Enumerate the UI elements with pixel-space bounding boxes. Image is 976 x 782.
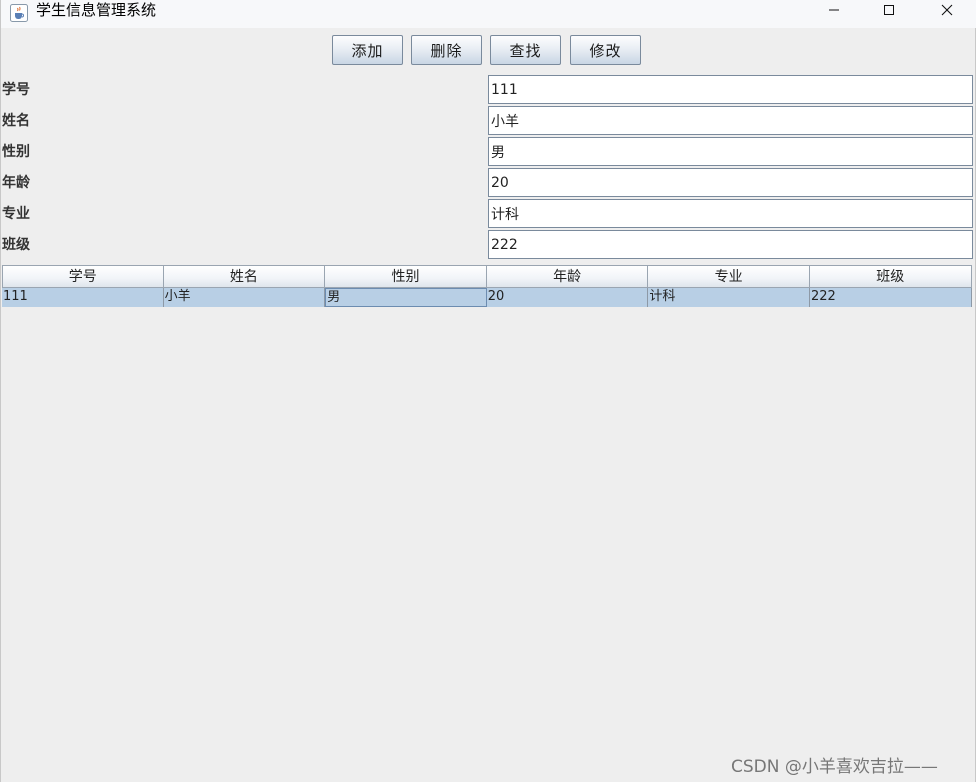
name-field[interactable] xyxy=(488,106,973,135)
table-cell[interactable]: 111 xyxy=(2,288,164,307)
title-bar: 学生信息管理系统 xyxy=(1,0,976,28)
student-id-label: 学号 xyxy=(2,82,30,98)
major-label: 专业 xyxy=(2,206,30,222)
watermark: CSDN @小羊喜欢吉拉—— xyxy=(731,757,938,777)
java-cup-icon xyxy=(10,4,28,22)
major-field[interactable] xyxy=(488,199,973,228)
age-field[interactable] xyxy=(488,168,973,197)
window-title: 学生信息管理系统 xyxy=(36,1,157,19)
search-button[interactable]: 查找 xyxy=(490,35,561,65)
minimize-icon[interactable] xyxy=(806,0,862,20)
column-header[interactable]: 学号 xyxy=(2,265,164,288)
column-header[interactable]: 性别 xyxy=(325,265,487,288)
name-label: 姓名 xyxy=(2,113,30,129)
edit-button[interactable]: 修改 xyxy=(570,35,641,65)
table-cell[interactable]: 男 xyxy=(325,288,487,307)
maximize-icon[interactable] xyxy=(861,0,917,20)
column-header[interactable]: 专业 xyxy=(648,265,810,288)
table-header: 学号 姓名 性别 年龄 专业 班级 xyxy=(2,265,972,288)
column-header[interactable]: 年龄 xyxy=(486,265,649,288)
student-id-field[interactable] xyxy=(488,75,973,104)
column-header[interactable]: 姓名 xyxy=(163,265,326,288)
add-button[interactable]: 添加 xyxy=(332,35,403,65)
table-cell[interactable]: 小羊 xyxy=(164,288,326,307)
gender-field[interactable] xyxy=(488,137,973,166)
table-cell[interactable]: 计科 xyxy=(648,288,810,307)
table-cell[interactable]: 222 xyxy=(810,288,972,307)
delete-button[interactable]: 删除 xyxy=(411,35,482,65)
class-label: 班级 xyxy=(2,237,30,253)
table-cell[interactable]: 20 xyxy=(487,288,649,307)
class-field[interactable] xyxy=(488,230,973,259)
close-icon[interactable] xyxy=(919,0,975,20)
main-window: 学生信息管理系统 添加 删除 查找 修改 学号 姓名 性别 年龄 专业 班级 学… xyxy=(0,0,976,782)
age-label: 年龄 xyxy=(2,175,30,191)
column-header[interactable]: 班级 xyxy=(809,265,972,288)
gender-label: 性别 xyxy=(2,144,30,160)
student-table: 学号 姓名 性别 年龄 专业 班级 111 小羊 男 20 计科 222 xyxy=(2,265,972,307)
table-row[interactable]: 111 小羊 男 20 计科 222 xyxy=(2,288,972,307)
